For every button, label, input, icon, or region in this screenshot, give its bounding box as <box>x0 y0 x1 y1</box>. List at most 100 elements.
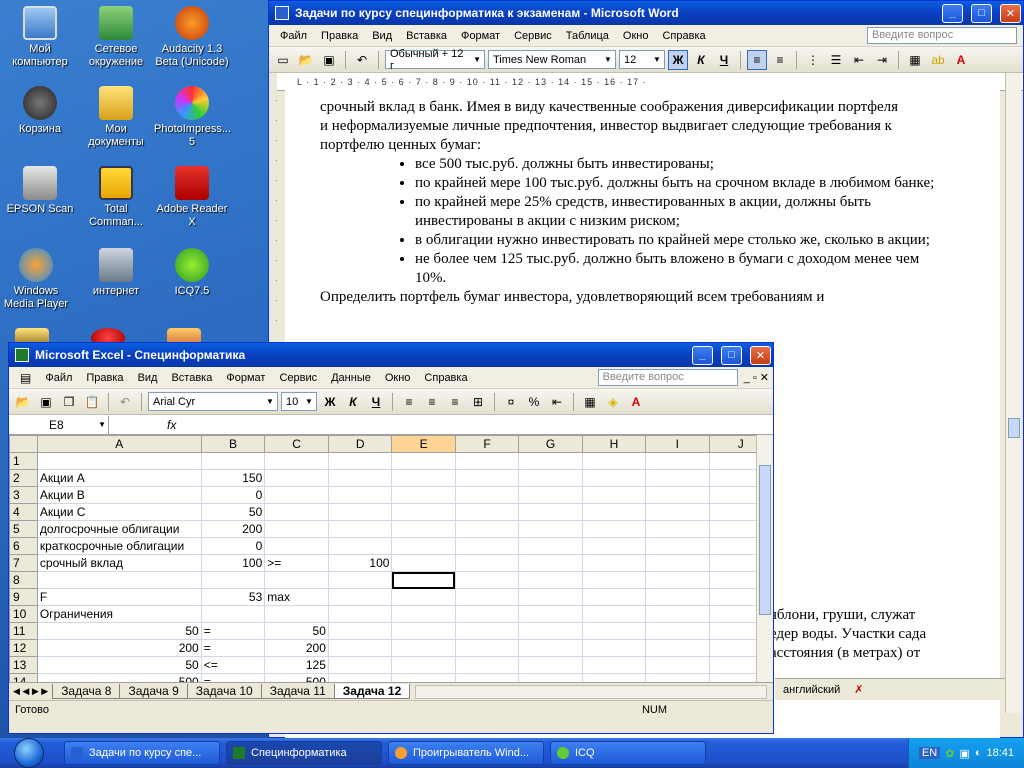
cell[interactable] <box>454 639 520 657</box>
numbered-list-icon[interactable]: ⋮ <box>803 50 823 70</box>
minimize-button[interactable]: _ <box>692 345 713 365</box>
paste-icon[interactable]: 📋 <box>82 392 102 412</box>
sheet-tab[interactable]: Задача 9 <box>119 684 188 699</box>
task-excel[interactable]: Специнформатика <box>226 741 382 765</box>
cell[interactable] <box>645 588 710 606</box>
desktop-icon-total-commander[interactable]: Total Comman... <box>78 166 154 229</box>
cell[interactable] <box>327 639 393 657</box>
desktop-icon-recycle-bin[interactable]: Корзина <box>2 86 78 136</box>
row-header[interactable]: 10 <box>9 605 38 623</box>
cell[interactable] <box>327 622 393 640</box>
cell[interactable]: 50 <box>36 656 202 674</box>
indent-icon[interactable]: ⇤ <box>547 392 567 412</box>
cell[interactable] <box>454 673 520 682</box>
cell[interactable] <box>518 554 583 572</box>
desktop-icon-network[interactable]: Сетевое окружение <box>78 6 154 69</box>
volume-tray-icon[interactable]: ◐ <box>975 747 982 759</box>
row-header[interactable]: 3 <box>9 486 38 504</box>
menu-window[interactable]: Окно <box>378 370 418 386</box>
cell[interactable] <box>518 588 583 606</box>
cell[interactable]: 150 <box>200 469 266 487</box>
open-icon[interactable]: 📂 <box>296 50 316 70</box>
cell[interactable] <box>391 656 456 674</box>
word-help-input[interactable]: Введите вопрос <box>867 27 1017 44</box>
column-header[interactable]: B <box>200 435 266 453</box>
italic-button[interactable]: К <box>691 50 711 70</box>
scroll-thumb[interactable] <box>1008 418 1020 438</box>
cell[interactable] <box>454 452 520 470</box>
font-color-icon[interactable]: A <box>626 392 646 412</box>
cell[interactable] <box>327 452 393 470</box>
cell[interactable] <box>581 520 647 538</box>
cell[interactable] <box>391 588 456 606</box>
cell[interactable] <box>518 605 583 623</box>
cell[interactable] <box>327 673 393 682</box>
cell[interactable]: 0 <box>200 537 266 555</box>
scroll-thumb[interactable] <box>759 465 771 615</box>
network-tray-icon[interactable]: ▣ <box>959 747 969 760</box>
highlight-icon[interactable]: ab <box>928 50 948 70</box>
font-combo[interactable]: Arial Cyr ▼ <box>148 392 278 411</box>
menu-insert[interactable]: Вставка <box>399 28 454 44</box>
cell[interactable] <box>327 571 393 589</box>
cell[interactable] <box>454 486 520 504</box>
cell[interactable] <box>454 588 520 606</box>
new-doc-icon[interactable]: ▭ <box>273 50 293 70</box>
cell[interactable]: Акции С <box>36 503 202 521</box>
cell[interactable] <box>264 503 329 521</box>
cell[interactable] <box>518 639 583 657</box>
cell[interactable] <box>391 469 456 487</box>
cell[interactable] <box>200 571 266 589</box>
cell[interactable] <box>327 588 393 606</box>
minimize-button[interactable]: _ <box>942 3 963 23</box>
cell[interactable] <box>454 605 520 623</box>
cell[interactable] <box>581 503 647 521</box>
select-all[interactable] <box>9 435 38 453</box>
row-header[interactable]: 8 <box>9 571 38 589</box>
cell[interactable] <box>327 469 393 487</box>
borders-icon[interactable]: ▦ <box>905 50 925 70</box>
row-header[interactable]: 4 <box>9 503 38 521</box>
column-header[interactable]: E <box>391 435 456 453</box>
cell[interactable] <box>391 639 456 657</box>
cell[interactable]: F <box>36 588 202 606</box>
save-icon[interactable]: ▣ <box>36 392 56 412</box>
fill-color-icon[interactable]: ◈ <box>603 392 623 412</box>
workbook-icon[interactable]: ▤ <box>13 369 38 387</box>
cell[interactable] <box>645 622 710 640</box>
cell[interactable] <box>454 503 520 521</box>
decrease-indent-icon[interactable]: ⇤ <box>849 50 869 70</box>
cell[interactable] <box>645 469 710 487</box>
icq-tray-icon[interactable]: ✿ <box>945 747 954 760</box>
row-header[interactable]: 6 <box>9 537 38 555</box>
cell[interactable] <box>327 537 393 555</box>
cell[interactable]: 125 <box>264 656 329 674</box>
cell[interactable] <box>645 554 710 572</box>
cell[interactable] <box>391 554 456 572</box>
word-titlebar[interactable]: Задачи по курсу специнформатика к экзаме… <box>269 1 1023 25</box>
cell[interactable] <box>518 503 583 521</box>
cell[interactable] <box>327 486 393 504</box>
task-media-player[interactable]: Проигрыватель Wind... <box>388 741 544 765</box>
cell[interactable] <box>518 469 583 487</box>
cell[interactable] <box>454 554 520 572</box>
bold-button[interactable]: Ж <box>320 392 340 412</box>
column-header[interactable]: D <box>327 435 393 453</box>
cell[interactable] <box>327 656 393 674</box>
desktop-icon-photoimpression[interactable]: PhotoImpress... 5 <box>154 86 231 149</box>
cell[interactable]: Ограничения <box>36 605 202 623</box>
cell[interactable] <box>264 571 329 589</box>
cell[interactable] <box>264 537 329 555</box>
cell[interactable]: 100 <box>200 554 266 572</box>
menu-window[interactable]: Окно <box>616 28 656 44</box>
font-combo[interactable]: Times New Roman ▼ <box>488 50 616 69</box>
desktop-icon-media-player[interactable]: Windows Media Player <box>0 248 74 311</box>
cell[interactable]: 200 <box>200 520 266 538</box>
cell[interactable]: = <box>200 673 266 682</box>
task-word[interactable]: Задачи по курсу спе... <box>64 741 220 765</box>
bullet-list-icon[interactable]: ☰ <box>826 50 846 70</box>
desktop-icon-my-computer[interactable]: Мой компьютер <box>2 6 78 69</box>
cell[interactable]: 200 <box>36 639 202 657</box>
cell[interactable] <box>36 452 202 470</box>
align-right-icon[interactable]: ≡ <box>445 392 465 412</box>
